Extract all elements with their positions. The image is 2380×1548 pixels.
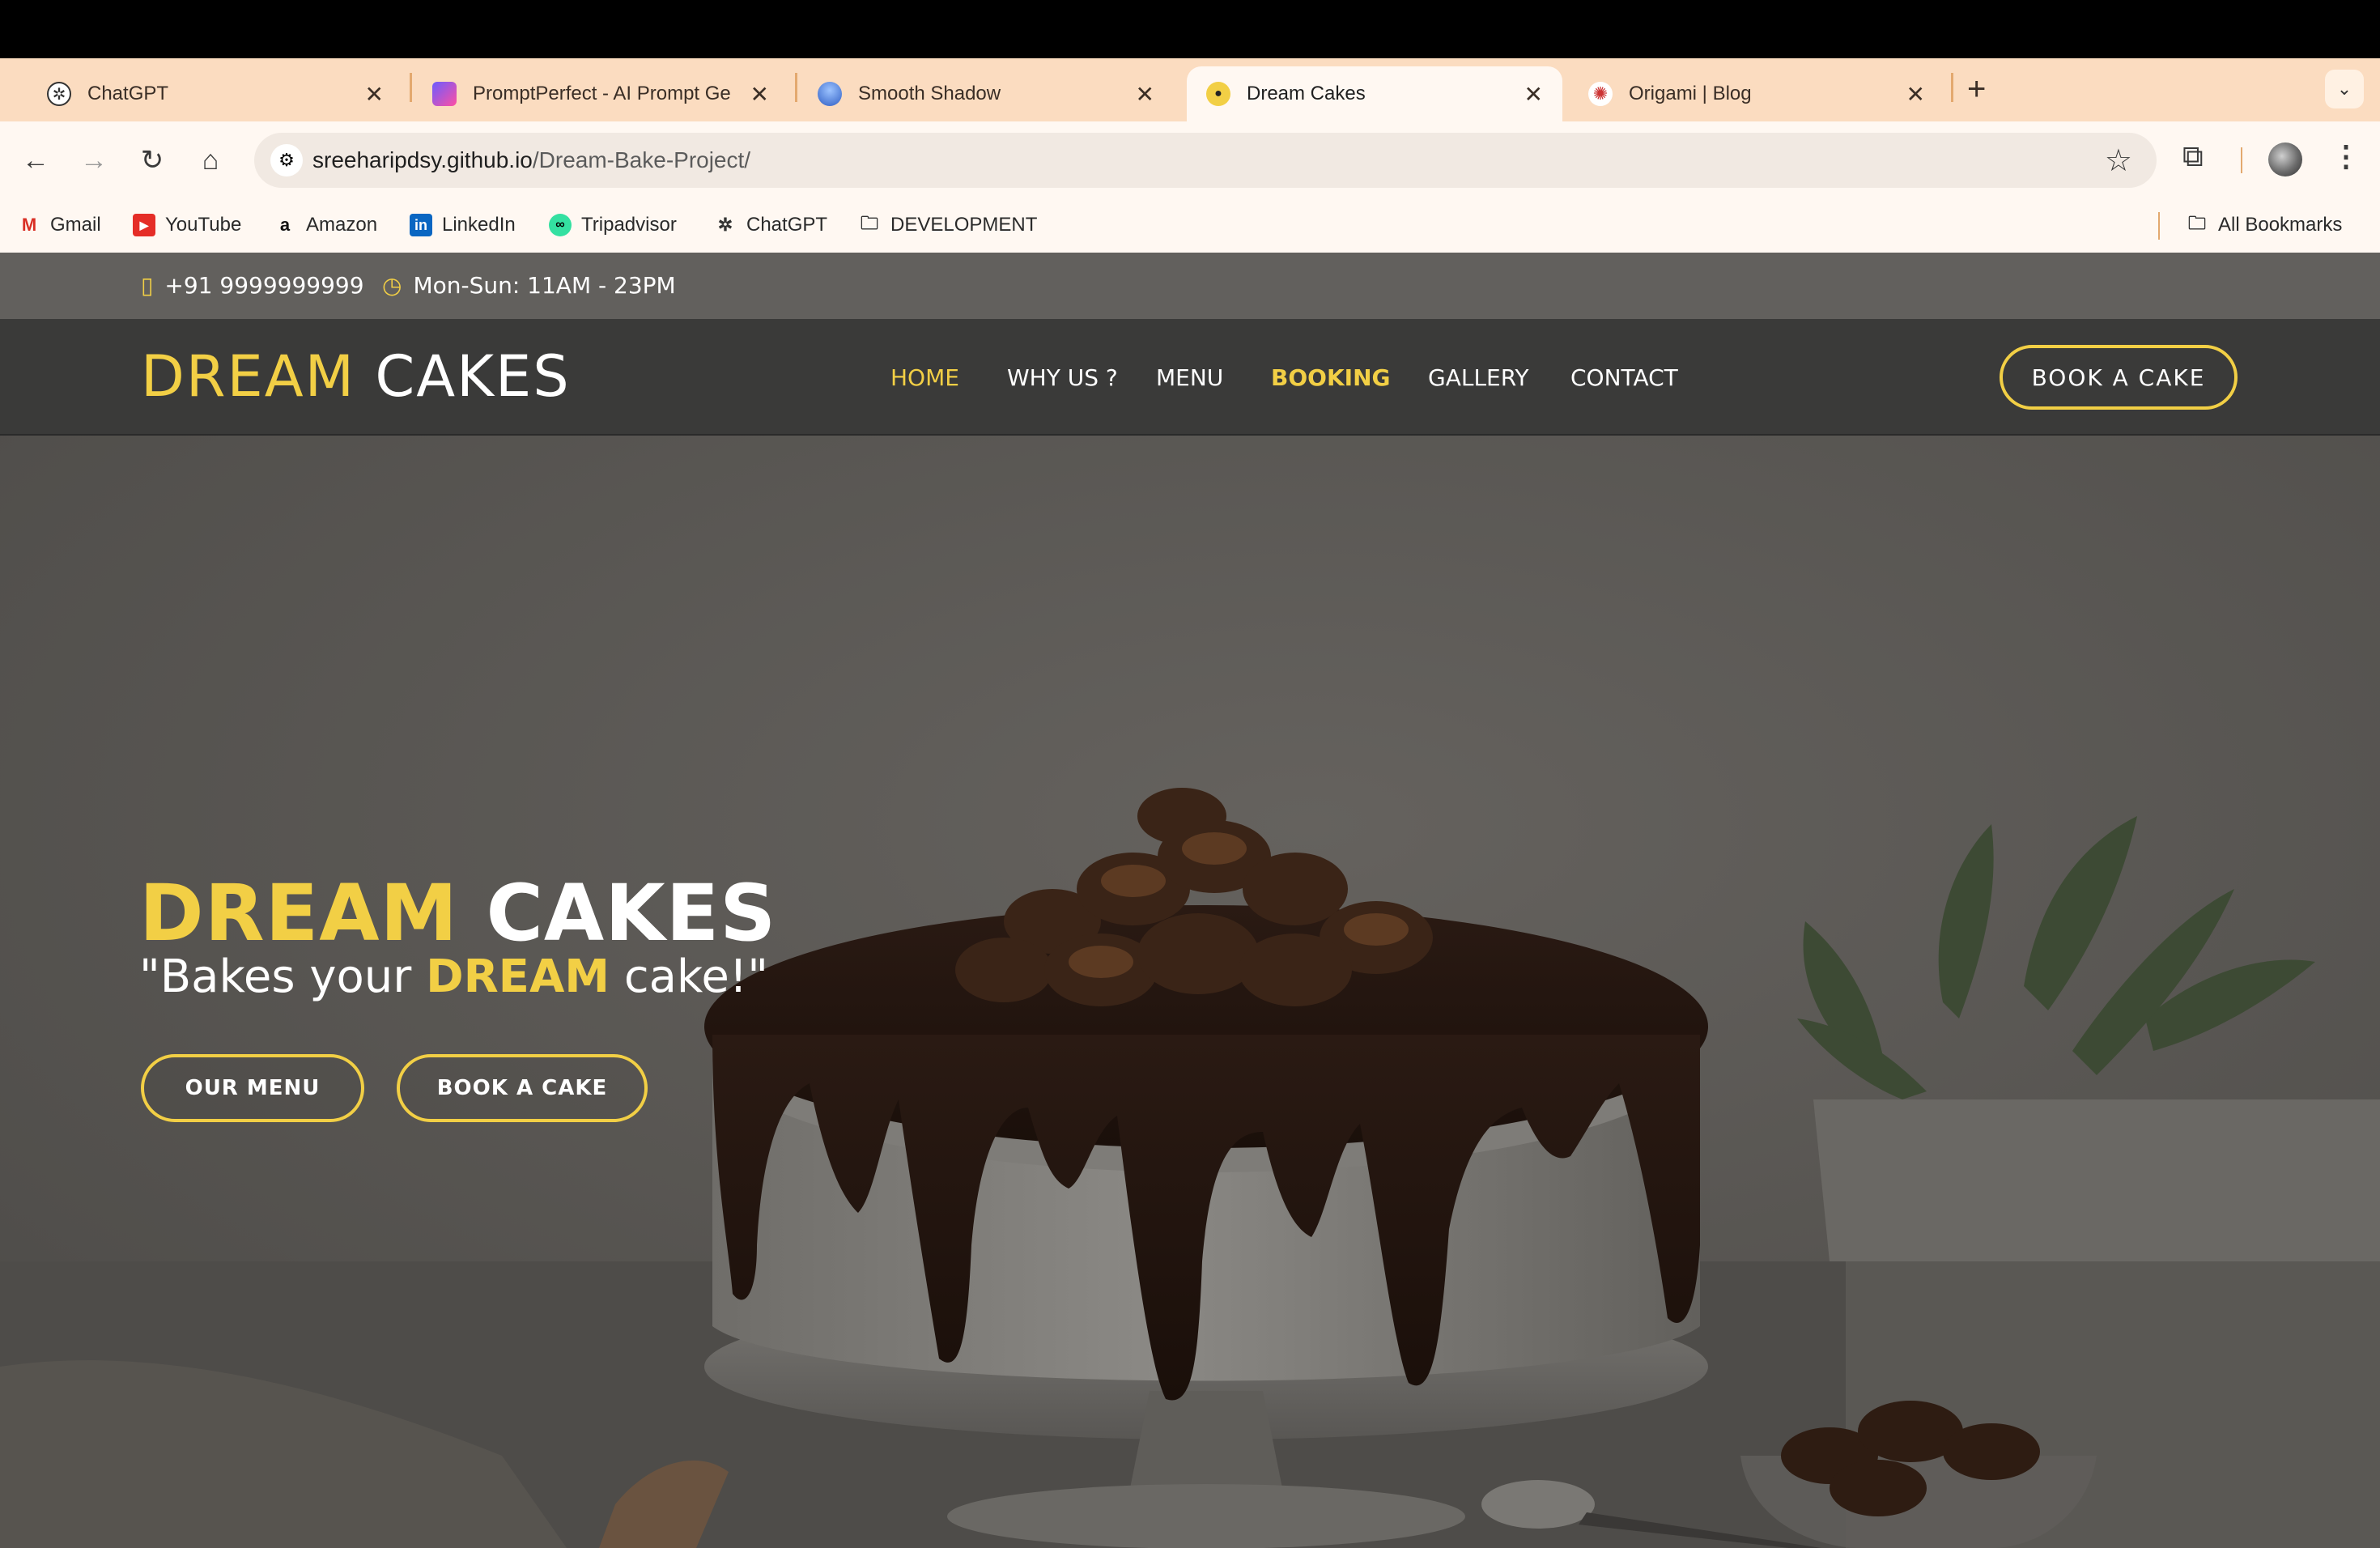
tab-title: Smooth Shadow [858, 83, 1001, 104]
close-icon[interactable]: ✕ [365, 81, 384, 108]
linkedin-icon: in [410, 214, 432, 236]
nav-home[interactable]: HOME [890, 364, 959, 391]
our-menu-button[interactable]: OUR MENU [141, 1054, 364, 1122]
bookmarks-bar: M Gmail ▶ YouTube a Amazon in LinkedIn ∞ Trip… [0, 199, 2380, 253]
close-icon[interactable]: ✕ [750, 81, 769, 108]
tab-search-button[interactable]: ⌄ [2325, 70, 2364, 108]
tab-title: ChatGPT [87, 83, 169, 104]
chatgpt-icon: ✲ [47, 82, 71, 106]
site-logo[interactable]: DREAM CAKES [141, 343, 571, 410]
bookmark-youtube[interactable]: ▶ YouTube [133, 211, 241, 240]
bookmark-amazon[interactable]: a Amazon [274, 211, 377, 240]
browser-toolbar: ← → ↻ ⌂ ⚙ sreeharipdsy.github.io/Dream-B… [0, 121, 2380, 199]
hero-title: DREAM CAKES [139, 868, 777, 959]
tab-separator [795, 73, 797, 102]
tab-separator [410, 73, 412, 102]
bookmark-tripadvisor[interactable]: ∞ Tripadvisor [549, 211, 677, 240]
tab-title: Dream Cakes [1247, 83, 1366, 104]
nav-why-us[interactable]: WHY US ? [1007, 364, 1118, 391]
tab-smooth-shadow[interactable]: Smooth Shadow ✕ [798, 66, 1174, 121]
tab-separator [1951, 73, 1953, 102]
tab-promptperfect[interactable]: PromptPerfect - AI Prompt Ge ✕ [413, 66, 788, 121]
clock-icon: ◷ [382, 272, 402, 299]
bookmark-folder-development[interactable]: 🗀 DEVELOPMENT [858, 211, 1037, 240]
info-bar: ▯ +91 9999999999 ◷ Mon-Sun: 11AM - 23PM [0, 253, 2380, 319]
tab-origami[interactable]: ✺ Origami | Blog ✕ [1569, 66, 1944, 121]
address-bar[interactable]: ⚙ sreeharipdsy.github.io/Dream-Bake-Proj… [254, 133, 2157, 188]
tab-dream-cakes[interactable]: ● Dream Cakes ✕ [1187, 66, 1562, 121]
forward-arrow-icon[interactable]: → [74, 141, 113, 180]
main-navbar: DREAM CAKES HOME WHY US ? MENU BOOKING G… [0, 319, 2380, 436]
tab-title: Origami | Blog [1629, 83, 1752, 104]
mac-menubar [0, 0, 2380, 58]
dream-cakes-icon: ● [1206, 82, 1230, 106]
youtube-icon: ▶ [133, 214, 155, 236]
nav-book-a-cake-button[interactable]: BOOK A CAKE [2000, 345, 2238, 410]
folder-icon: 🗀 [860, 213, 878, 233]
back-arrow-icon[interactable]: ← [16, 141, 55, 180]
promptperfect-icon [432, 82, 457, 106]
home-icon[interactable]: ⌂ [191, 141, 230, 180]
tab-chatgpt[interactable]: ✲ ChatGPT ✕ [28, 66, 403, 121]
site-info-icon[interactable]: ⚙ [270, 144, 303, 176]
gmail-icon: M [21, 215, 37, 235]
close-icon[interactable]: ✕ [1136, 81, 1154, 108]
toolbar-divider [2241, 147, 2242, 173]
bookmark-chatgpt[interactable]: ✲ ChatGPT [714, 211, 827, 240]
bookmark-star-icon[interactable]: ☆ [2105, 142, 2132, 179]
profile-avatar[interactable] [2268, 142, 2302, 176]
new-tab-button[interactable]: + [1967, 73, 1986, 105]
phone-info[interactable]: ▯ +91 9999999999 [141, 272, 364, 299]
nav-gallery[interactable]: GALLERY [1428, 364, 1529, 391]
nav-booking[interactable]: BOOKING [1271, 364, 1390, 391]
origami-icon: ✺ [1588, 82, 1613, 106]
folder-icon: 🗀 [2187, 213, 2206, 233]
all-bookmarks-button[interactable]: 🗀 All Bookmarks [2186, 211, 2342, 240]
bookmarks-divider [2158, 212, 2160, 240]
extensions-icon[interactable]: ⧉ [2182, 139, 2204, 174]
url-text[interactable]: sreeharipdsy.github.io/Dream-Bake-Projec… [312, 147, 750, 173]
bookmark-linkedin[interactable]: in LinkedIn [410, 211, 516, 240]
bookmark-gmail[interactable]: M Gmail [18, 211, 101, 240]
nav-contact[interactable]: CONTACT [1570, 364, 1678, 391]
reload-icon[interactable]: ↻ [133, 141, 172, 180]
tab-strip: ✲ ChatGPT ✕ PromptPerfect - AI Prompt Ge… [0, 58, 2380, 121]
hero-book-a-cake-button[interactable]: BOOK A CAKE [397, 1054, 648, 1122]
more-menu-icon[interactable]: ⋮ [2331, 139, 2361, 173]
tripadvisor-icon: ∞ [549, 214, 572, 236]
webpage: ▯ +91 9999999999 ◷ Mon-Sun: 11AM - 23PM … [0, 253, 2380, 1548]
tab-title: PromptPerfect - AI Prompt Ge [473, 83, 731, 104]
smooth-shadow-icon [818, 82, 842, 106]
phone-icon: ▯ [141, 272, 154, 299]
hours-info: ◷ Mon-Sun: 11AM - 23PM [382, 272, 676, 299]
close-icon[interactable]: ✕ [1524, 81, 1543, 108]
chatgpt-icon: ✲ [717, 215, 733, 235]
close-icon[interactable]: ✕ [1906, 81, 1925, 108]
amazon-icon: a [279, 215, 291, 235]
nav-menu[interactable]: MENU [1156, 364, 1223, 391]
hero-tagline: "Bakes your DREAM cake!" [139, 950, 769, 1003]
